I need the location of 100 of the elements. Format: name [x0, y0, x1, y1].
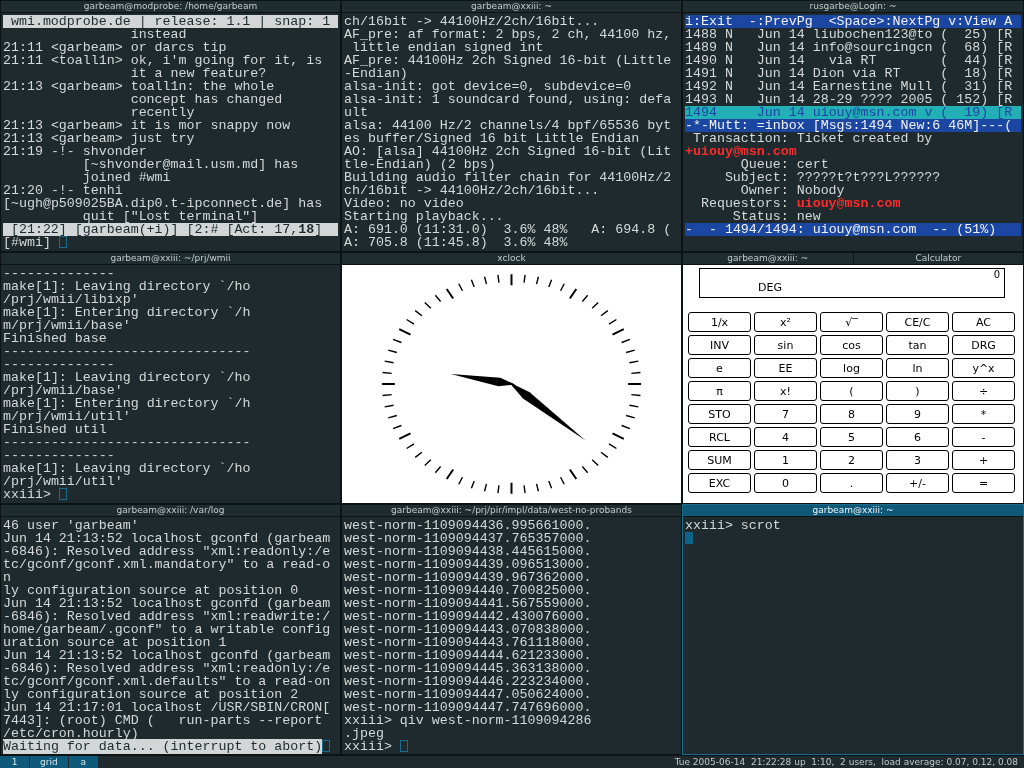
calculator-key[interactable]: tan: [886, 335, 949, 355]
terminal-line: .jpeg: [344, 726, 384, 741]
tag-button[interactable]: 1: [0, 756, 29, 768]
calculator-key[interactable]: EE: [754, 358, 817, 378]
terminal-line: Building audio filter chain for 44100Hz/2: [344, 170, 672, 185]
terminal-line: n: [3, 570, 11, 585]
calculator-key[interactable]: -: [952, 427, 1015, 447]
window-tab[interactable]: garbeam@xxiii: ~: [683, 253, 853, 264]
status-bar: [21:22] [garbeam(+i)] [2:# [Act: 17,18]: [3, 223, 338, 236]
calculator-key[interactable]: 9: [886, 404, 949, 424]
calculator-key[interactable]: ÷: [952, 381, 1015, 401]
calculator-key[interactable]: 6: [886, 427, 949, 447]
help-bar: i:Exit -:PrevPg <Space>:NextPg v:View A: [685, 15, 1021, 28]
terminal-line: west-norm-1109094439.096513000.: [344, 557, 592, 572]
message-row[interactable]: 1492 N Jun 14 Earnestine Mull ( 31) [R: [685, 80, 1021, 93]
calculator-key[interactable]: 7: [754, 404, 817, 424]
calculator-key[interactable]: EXC: [688, 473, 751, 493]
calculator-key[interactable]: (: [820, 381, 883, 401]
prompt-text: [#wmi]: [3, 235, 51, 250]
calculator-key[interactable]: 1: [754, 450, 817, 470]
message-row[interactable]: 1493 N Jun 14 28-29 ???? 2005 ( 152) [R: [685, 93, 1021, 106]
terminal-line: uration source at position 1: [3, 635, 227, 650]
terminal-line: west-norm-1109094442.430076000.: [344, 609, 592, 624]
calculator-key[interactable]: 5: [820, 427, 883, 447]
calculator-key[interactable]: e: [688, 358, 751, 378]
calculator-key[interactable]: *: [952, 404, 1015, 424]
calculator-key[interactable]: cos: [820, 335, 883, 355]
terminal-line: A: 691.0 (11:31.0) 3.6% 48% A: 694.8 (: [344, 222, 672, 237]
calculator-key[interactable]: 8: [820, 404, 883, 424]
header-value: cert: [796, 157, 829, 172]
calculator-key[interactable]: =: [952, 473, 1015, 493]
message-row[interactable]: 1489 N Jun 14 info@sourcingcn ( 68) [R: [685, 41, 1021, 54]
terminal-line: west-norm-1109094443.761118000.: [344, 635, 592, 650]
terminal-line: es buffer/Signed 16 bit Little Endian: [344, 131, 640, 146]
calculator-key[interactable]: +/-: [886, 473, 949, 493]
topic-bar: wmi.modprobe.de | release: 1.1 | snap: 1: [3, 15, 338, 28]
calculator-key[interactable]: 4: [754, 427, 817, 447]
calculator-key[interactable]: DRG: [952, 335, 1015, 355]
terminal-line: Jun 14 21:13:52 localhost gconfd (garbeam: [3, 531, 331, 546]
status-message: Waiting for data... (interrupt to abort): [3, 739, 323, 754]
calculator-key[interactable]: +: [952, 450, 1015, 470]
header-label: Queue:: [740, 157, 789, 172]
chat-line: 21:13 <garbeam> toall1n: the whole: [3, 79, 275, 94]
terminal-line: xxiii> qiv west-norm-1109094286: [344, 713, 592, 728]
terminal-line: Video: no video: [344, 196, 464, 211]
calculator-key[interactable]: SUM: [688, 450, 751, 470]
calculator-key[interactable]: 2: [820, 450, 883, 470]
calculator-key[interactable]: y^x: [952, 358, 1015, 378]
terminal-line: -------------------------------: [3, 435, 251, 450]
calculator-key[interactable]: ln: [886, 358, 949, 378]
message-row[interactable]: 1490 N Jun 14 via RT ( 44) [R: [685, 54, 1021, 67]
window-tab[interactable]: Calculator: [852, 253, 1023, 264]
terminal-line: ch/16bit -> 44100Hz/2ch/16bit...: [344, 183, 600, 198]
terminal-line: tle-Endian) (2 bps): [344, 157, 496, 172]
pager-status-bar: - - 1494/1494: uiouy@msn.com -- (51%): [685, 223, 1021, 236]
message-row[interactable]: 1491 N Jun 14 Dion via RT ( 18) [R: [685, 67, 1021, 80]
terminal-line: /prj/wmii/base': [3, 383, 123, 398]
calculator-key[interactable]: AC: [952, 312, 1015, 332]
calculator-key[interactable]: √‾: [820, 312, 883, 332]
terminal-line: --------------: [3, 448, 115, 463]
calculator-key[interactable]: x!: [754, 381, 817, 401]
terminal-line: west-norm-1109094444.621233000.: [344, 648, 592, 663]
window-title: garbeam@xxiii: ~/prj/wmii: [110, 253, 231, 264]
terminal-line: Jun 14 21:13:52 localhost gconfd (garbeam: [3, 596, 331, 611]
terminal-line: west-norm-1109094440.700825000.: [344, 583, 592, 598]
message-row[interactable]: 1488 N Jun 14 liubochen123@to ( 25) [R: [685, 28, 1021, 41]
terminal-line: Finished util: [3, 422, 107, 437]
terminal-line: -6846): Resolved address "xml:readwrite:/: [3, 609, 331, 624]
chat-line: instead: [130, 27, 187, 42]
terminal-line: ly configuration source at position 2: [3, 687, 299, 702]
calculator-key[interactable]: sin: [754, 335, 817, 355]
terminal-line: Finished base: [3, 331, 107, 346]
calculator-key[interactable]: π: [688, 381, 751, 401]
terminal-line: make[1]: Leaving directory `/ho: [3, 279, 251, 294]
terminal-line: A: 705.8 (11:45.8) 3.6% 48%: [344, 235, 568, 250]
calculator-key[interactable]: .: [820, 473, 883, 493]
calculator-key[interactable]: CE/C: [886, 312, 949, 332]
terminal-line: alsa: 44100 Hz/2 channels/4 bpf/65536 byt: [344, 118, 672, 133]
calculator-key[interactable]: ): [886, 381, 949, 401]
terminal-line: alsa-init: 1 soundcard found, using: defa: [344, 92, 672, 107]
tag-button[interactable]: grid: [30, 756, 68, 768]
window-title: rusgarbe@Login: ~: [809, 1, 897, 12]
window-title: garbeam@xxiii: ~/prj/pir/impl/data/west-no-probands: [391, 505, 632, 516]
calculator-key[interactable]: 3: [886, 450, 949, 470]
calculator-key[interactable]: 0: [754, 473, 817, 493]
window-title: garbeam@modprobe: /home/garbeam: [83, 1, 258, 12]
tag-button[interactable]: a: [68, 756, 98, 768]
chat-line: 21:13 <garbeam> it is mor snappy now: [3, 118, 291, 133]
display-value: 0: [993, 269, 1000, 281]
chat-line: 21:11 <garbeam> or darcs tip: [3, 40, 227, 55]
chat-line: recently: [130, 105, 195, 120]
calculator-key[interactable]: log: [820, 358, 883, 378]
calculator-key[interactable]: x²: [754, 312, 817, 332]
calculator-key[interactable]: RCL: [688, 427, 751, 447]
header-value: Nobody: [796, 183, 845, 198]
calculator-key[interactable]: 1/x: [688, 312, 751, 332]
calculator-key[interactable]: INV: [688, 335, 751, 355]
calculator-key[interactable]: STO: [688, 404, 751, 424]
terminal-line: tc/gconf/gconf.xml.defaults" to a read-on: [3, 674, 331, 689]
terminal-line: make[1]: Entering directory `/h: [3, 305, 251, 320]
